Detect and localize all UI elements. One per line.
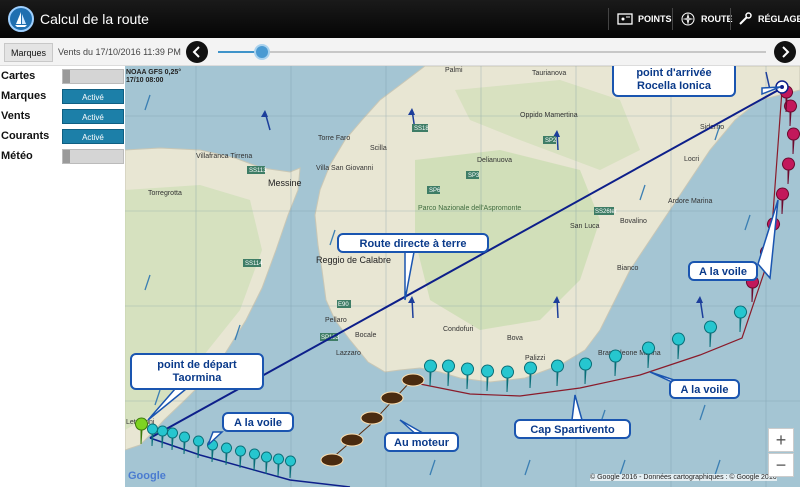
place-label: Torre Faro xyxy=(318,135,350,142)
departure-callout-text: point de départ Taormina xyxy=(157,359,237,384)
divider xyxy=(672,8,673,30)
points-button[interactable]: POINTS xyxy=(617,0,672,38)
divider xyxy=(730,8,731,30)
route-map[interactable]: SS113 SS114 SS18 SP6 SP3 SP2 SS26ter E90… xyxy=(125,66,800,487)
zoom-in-button[interactable]: + xyxy=(768,428,794,452)
vents-toggle[interactable]: Activé xyxy=(62,109,124,124)
layer-label: Courants xyxy=(1,130,50,142)
marques-toggle[interactable]: Activé xyxy=(62,89,124,104)
place-label: Delianuova xyxy=(477,157,512,164)
time-slider-thumb[interactable] xyxy=(254,44,270,60)
place-label: Lazzaro xyxy=(336,350,361,357)
motor-callout-text: Au moteur xyxy=(394,437,449,449)
zoom-out-button[interactable]: − xyxy=(768,453,794,477)
road-badge: SS18 xyxy=(414,126,429,132)
cape-callout-text: Cap Spartivento xyxy=(530,424,615,436)
place-label: Torregrotta xyxy=(148,190,182,197)
courants-toggle[interactable]: Activé xyxy=(62,129,124,144)
layer-row-meteo: Météo xyxy=(0,147,125,167)
motor-callout: Au moteur xyxy=(384,432,459,452)
sail-callout-text: A la voile xyxy=(234,417,282,429)
wind-time-label: Vents du 17/10/2016 11:39 PM xyxy=(58,47,181,57)
divider xyxy=(608,8,609,30)
place-label: Condofuri xyxy=(443,326,474,333)
road-badge: E90 xyxy=(338,302,349,308)
app-title: Calcul de la route xyxy=(40,11,149,27)
layer-row-vents: Vents Activé xyxy=(0,107,125,127)
cape-callout: Cap Spartivento xyxy=(514,419,631,439)
place-label: Reggio de Calabre xyxy=(316,255,391,265)
sail-callout-east: A la voile xyxy=(669,379,740,399)
previous-time-button[interactable] xyxy=(186,41,208,63)
place-label: Oppido Mamertina xyxy=(520,112,578,119)
place-label: San Luca xyxy=(570,223,600,230)
meteo-toggle[interactable] xyxy=(62,149,124,164)
compass-icon xyxy=(681,12,695,26)
direct-route-callout-text: Route directe à terre xyxy=(359,238,467,250)
place-label: Locri xyxy=(684,156,700,163)
layer-label: Météo xyxy=(1,150,33,162)
settings-label: RÉGLAGES xyxy=(758,14,800,24)
google-logo: Google xyxy=(128,470,166,482)
chevron-right-icon xyxy=(782,46,790,58)
place-label: Taurianova xyxy=(532,70,566,77)
place-label: Bova xyxy=(507,335,523,342)
place-label: Bocale xyxy=(355,332,377,339)
layer-label: Marques xyxy=(1,90,47,102)
place-label: Palmi xyxy=(445,67,463,74)
layers-panel: Cartes Marques Activé Vents Activé Coura… xyxy=(0,66,125,487)
layer-label: Cartes xyxy=(1,70,36,82)
top-bar: Calcul de la route POINTS ROUTE RÉGLAGES xyxy=(0,0,800,38)
place-label: Scilla xyxy=(370,145,387,152)
departure-callout: point de départ Taormina xyxy=(130,353,264,390)
road-badge: SS114 xyxy=(245,261,263,267)
sail-callout-west: A la voile xyxy=(222,412,294,432)
direct-route-callout: Route directe à terre xyxy=(337,233,489,253)
sail-callout-text: A la voile xyxy=(680,384,729,396)
arrival-marker-dot xyxy=(780,85,784,89)
road-badge: SP2 xyxy=(545,138,557,144)
place-label: Parco Nazionale dell'Aspromonte xyxy=(418,205,521,212)
place-label: Bovalino xyxy=(620,218,647,225)
road-badge: SS113 xyxy=(249,168,267,174)
road-badge: SP3 xyxy=(468,173,480,179)
place-label: Ardore Marina xyxy=(668,198,712,205)
place-label: Palizzi xyxy=(525,355,546,362)
tab-marques[interactable]: Marques xyxy=(4,43,54,62)
road-badge: SP6 xyxy=(429,188,441,194)
time-bar: Marques Vents du 17/10/2016 11:39 PM xyxy=(0,38,800,66)
place-label: Bianco xyxy=(617,265,639,272)
wind-source-model: NOAA GFS 0,25° xyxy=(126,69,182,76)
arrival-callout-text: point d'arrivée Rocella Ionica xyxy=(636,67,712,92)
route-label: ROUTE xyxy=(701,14,733,24)
layer-row-cartes: Cartes xyxy=(0,67,125,87)
map-points-icon xyxy=(617,13,633,25)
road-badge: SS26ter xyxy=(595,209,617,215)
wind-source-label: NOAA GFS 0,25° 17/10 08:00 xyxy=(126,69,181,85)
chevron-left-icon xyxy=(192,46,200,58)
sail-callout-northeast: A la voile xyxy=(688,261,758,281)
layer-label: Vents xyxy=(1,110,31,122)
place-label: Villafranca Tirrena xyxy=(196,153,252,160)
place-label: Villa San Giovanni xyxy=(316,165,374,172)
cartes-toggle[interactable] xyxy=(62,69,124,84)
place-label: Messine xyxy=(268,178,302,188)
next-time-button[interactable] xyxy=(774,41,796,63)
sail-callout-text: A la voile xyxy=(699,266,747,278)
layer-row-courants: Courants Activé xyxy=(0,127,125,147)
place-label: Pellaro xyxy=(325,317,347,324)
route-button[interactable]: ROUTE xyxy=(680,0,733,38)
layer-row-marques: Marques Activé xyxy=(0,87,125,107)
wrench-icon xyxy=(739,12,752,25)
settings-button[interactable]: RÉGLAGES xyxy=(737,0,800,38)
wind-source-time: 17/10 08:00 xyxy=(126,77,164,84)
time-slider-track[interactable] xyxy=(218,51,766,53)
points-label: POINTS xyxy=(638,14,672,24)
map-attribution[interactable]: © Google 2016 - Données cartographiques … xyxy=(590,474,777,481)
sailboat-logo-icon xyxy=(8,6,34,32)
arrival-callout: point d'arrivée Rocella Ionica xyxy=(612,66,736,97)
